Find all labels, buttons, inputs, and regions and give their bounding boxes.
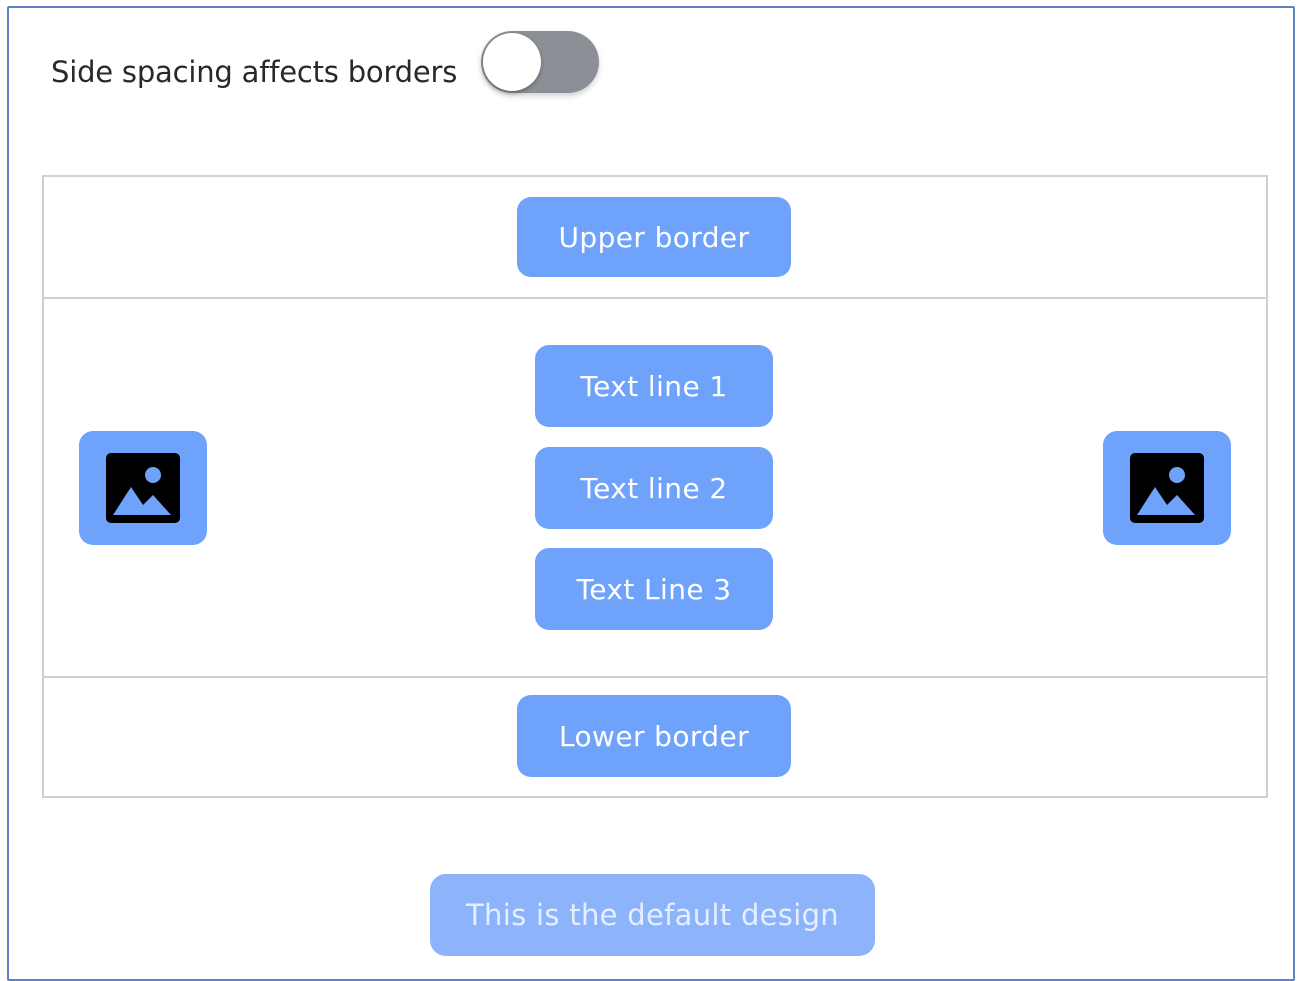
upper-border-button[interactable]: Upper border [517, 197, 791, 277]
settings-panel: Side spacing affects borders Upper borde… [7, 6, 1295, 981]
lower-divider [44, 676, 1266, 678]
default-design-label: This is the default design [466, 898, 839, 932]
left-image-button[interactable] [79, 431, 207, 545]
default-design-button[interactable]: This is the default design [430, 874, 875, 956]
image-icon [1130, 453, 1204, 523]
toggle-knob[interactable] [483, 33, 541, 91]
text-line-1-label: Text line 1 [580, 369, 728, 403]
text-line-2-button[interactable]: Text line 2 [535, 447, 773, 529]
lower-border-label: Lower border [558, 719, 749, 753]
text-line-2-label: Text line 2 [580, 471, 728, 505]
text-line-3-button[interactable]: Text Line 3 [535, 548, 773, 630]
layout-preview: Upper border Text line 1 Text line 2 Tex… [42, 175, 1268, 798]
right-image-button[interactable] [1103, 431, 1231, 545]
lower-border-button[interactable]: Lower border [517, 695, 791, 777]
side-spacing-toggle[interactable] [481, 31, 599, 93]
toggle-row: Side spacing affects borders [51, 36, 457, 108]
upper-border-label: Upper border [558, 220, 750, 254]
text-line-1-button[interactable]: Text line 1 [535, 345, 773, 427]
image-icon [106, 453, 180, 523]
upper-divider [44, 297, 1266, 299]
text-line-3-label: Text Line 3 [576, 572, 732, 606]
toggle-label: Side spacing affects borders [51, 55, 458, 89]
